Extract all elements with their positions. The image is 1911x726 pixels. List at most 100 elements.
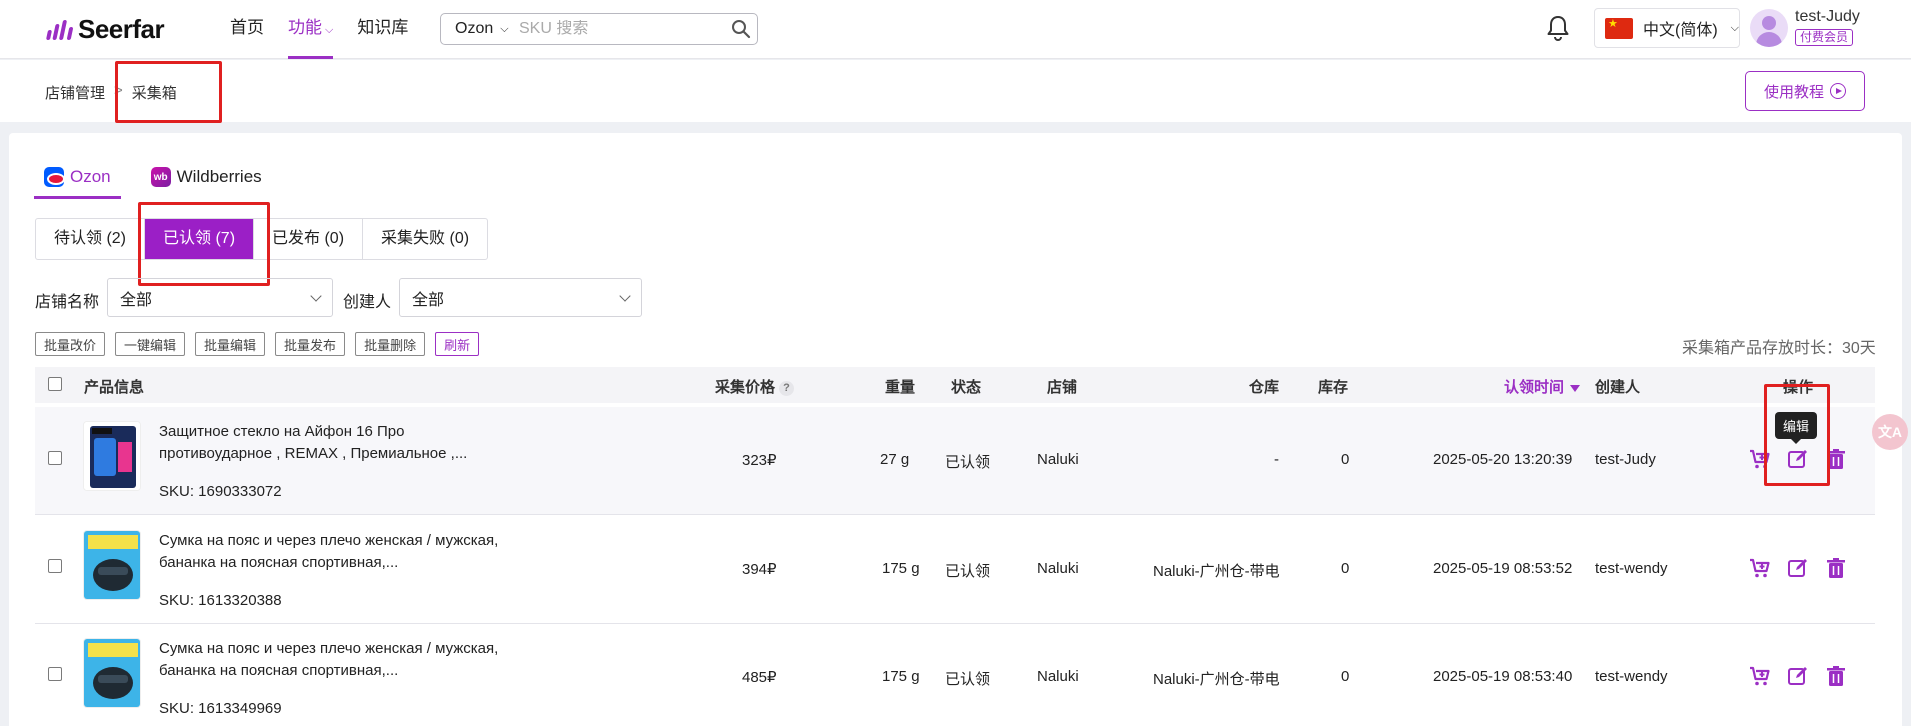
row-status: 已认领 [945, 563, 991, 580]
header-claim-time[interactable]: 认领时间 [1504, 376, 1581, 397]
edit-icon[interactable] [1786, 664, 1810, 688]
header-product: 产品信息 [84, 379, 145, 396]
platform-tabs: Ozon wb Wildberries [34, 155, 272, 199]
breadcrumb-current: 采集箱 [131, 85, 177, 102]
row-status: 已认领 [945, 671, 991, 688]
header-warehouse: 仓库 [1249, 379, 1280, 396]
row-stock: 0 [1341, 560, 1350, 577]
user-name[interactable]: test-Judy [1795, 8, 1860, 26]
nav-features[interactable]: 功能 ⌵ [288, 0, 334, 59]
creator-select[interactable]: 全部 [399, 278, 642, 317]
bulk-delete-button[interactable]: 批量删除 [355, 332, 426, 356]
chevron-down-icon: ⌵ [325, 24, 334, 36]
row-claim-time: 2025-05-19 08:53:40 [1433, 668, 1573, 685]
tab-pending[interactable]: 待认领 (2) [36, 219, 146, 259]
breadcrumb-bar: 店铺管理 > 采集箱 [0, 60, 1911, 122]
add-to-cart-icon[interactable] [1748, 556, 1772, 580]
row-actions [1748, 556, 1848, 580]
table-header: 产品信息 采集价格? 重量 状态 店铺 仓库 库存 认领时间 创建人 操作 [35, 367, 1875, 403]
edit-icon[interactable] [1786, 447, 1810, 471]
product-sku: SKU: 1613349969 [159, 700, 282, 717]
search-icon[interactable] [726, 19, 757, 39]
table-row: Сумка на пояс и через плечо женская / му… [35, 516, 1875, 624]
logo[interactable]: Seerfar [45, 14, 165, 45]
row-warehouse: - [1274, 451, 1279, 468]
delete-icon[interactable] [1824, 556, 1848, 580]
logo-text: Seerfar [78, 14, 165, 44]
product-title[interactable]: Защитное стекло на Айфон 16 Про противоу… [159, 421, 509, 465]
row-warehouse: Naluki-广州仓-带电 [1153, 671, 1280, 688]
search-input[interactable] [518, 20, 726, 38]
row-store: Naluki [1037, 451, 1079, 468]
refresh-button[interactable]: 刷新 [435, 332, 480, 356]
row-store: Naluki [1037, 668, 1079, 685]
translate-icon[interactable]: 文A [1872, 414, 1908, 450]
search-platform-select[interactable]: Ozon ⌵ [441, 20, 519, 38]
search-bar: Ozon ⌵ [440, 13, 758, 45]
product-thumbnail[interactable] [83, 421, 141, 491]
status-tabs: 待认领 (2) 已认领 (7) 已发布 (0) 采集失败 (0) [35, 218, 489, 260]
tab-failed[interactable]: 采集失败 (0) [363, 219, 487, 259]
table-row: Сумка на пояс и через плечо женская / му… [35, 624, 1875, 726]
one-click-edit-button[interactable]: 一键编辑 [115, 332, 186, 356]
tab-ozon[interactable]: Ozon [34, 155, 121, 199]
row-weight: 175 g [882, 668, 920, 685]
select-all-checkbox[interactable] [48, 377, 62, 391]
tab-claimed[interactable]: 已认领 (7) [145, 219, 255, 259]
top-nav: Seerfar 首页 功能⌵ 知识库 Ozon⌵ 中文(简体) ⌵ test-J… [0, 0, 1911, 59]
ozon-icon [44, 167, 65, 187]
breadcrumb-parent[interactable]: 店铺管理 [45, 82, 105, 103]
header-price: 采集价格? [715, 376, 795, 397]
store-select[interactable]: 全部 [107, 278, 333, 317]
tutorial-button[interactable]: 使用教程 [1745, 71, 1865, 111]
bulk-publish-button[interactable]: 批量发布 [275, 332, 346, 356]
help-icon[interactable]: ? [779, 380, 795, 396]
row-price: 323₽ [742, 452, 777, 469]
row-checkbox[interactable] [48, 667, 62, 681]
avatar[interactable] [1750, 9, 1788, 47]
row-weight: 27 g [880, 451, 910, 468]
language-label: 中文(简体) [1643, 22, 1718, 39]
storage-note: 采集箱产品存放时长：30天 [1682, 340, 1876, 357]
delete-icon[interactable] [1824, 664, 1848, 688]
header-store: 店铺 [1047, 379, 1078, 396]
bulk-price-button[interactable]: 批量改价 [35, 332, 106, 356]
chevron-down-icon: ⌵ [500, 22, 509, 35]
delete-icon[interactable] [1824, 447, 1848, 471]
edit-icon[interactable] [1786, 556, 1810, 580]
chevron-down-icon [310, 289, 322, 302]
product-thumbnail[interactable] [83, 530, 141, 600]
row-creator: test-wendy [1595, 560, 1668, 577]
nav-knowledge-base[interactable]: 知识库 [357, 0, 408, 59]
breadcrumb: 店铺管理 > 采集箱 [45, 82, 177, 103]
row-checkbox[interactable] [48, 451, 62, 465]
product-title[interactable]: Сумка на пояс и через плечо женская / му… [159, 530, 509, 574]
row-warehouse: Naluki-广州仓-带电 [1153, 563, 1280, 580]
add-to-cart-icon[interactable] [1748, 447, 1772, 471]
header-weight: 重量 [885, 379, 916, 396]
tab-wildberries[interactable]: wb Wildberries [141, 155, 272, 199]
language-select[interactable]: 中文(简体) ⌵ [1594, 8, 1740, 48]
row-stock: 0 [1341, 668, 1350, 685]
product-title[interactable]: Сумка на пояс и через плечо женская / му… [159, 638, 509, 682]
store-filter-label: 店铺名称 [35, 294, 100, 311]
tab-published[interactable]: 已发布 (0) [254, 219, 364, 259]
nav-home[interactable]: 首页 [230, 0, 264, 59]
add-to-cart-icon[interactable] [1748, 664, 1772, 688]
row-status: 已认领 [945, 454, 991, 471]
header-status: 状态 [951, 379, 982, 396]
bell-icon[interactable] [1545, 14, 1571, 46]
product-sku: SKU: 1690333072 [159, 483, 282, 500]
breadcrumb-separator: > [114, 82, 123, 99]
row-checkbox[interactable] [48, 559, 62, 573]
bulk-edit-button[interactable]: 批量编辑 [195, 332, 266, 356]
row-claim-time: 2025-05-20 13:20:39 [1433, 451, 1573, 468]
product-thumbnail[interactable] [83, 638, 141, 708]
logo-icon [45, 19, 74, 40]
row-price: 394₽ [742, 561, 777, 578]
row-stock: 0 [1341, 451, 1350, 468]
creator-filter-label: 创建人 [343, 294, 392, 311]
header-ops: 操作 [1783, 379, 1814, 396]
header-creator: 创建人 [1595, 379, 1641, 396]
sort-desc-icon [1570, 384, 1581, 392]
